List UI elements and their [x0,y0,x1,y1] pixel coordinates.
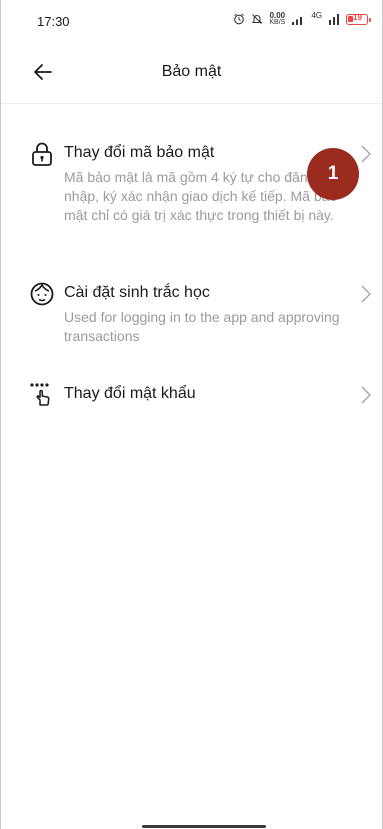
network-type: 4G [311,11,322,20]
item-title: Thay đổi mã bảo mật [64,144,215,161]
lock-icon [32,142,52,166]
biometric-settings-item[interactable]: Cài đặt sinh trắc học Used for logging i… [29,281,379,351]
face-icon [30,282,54,306]
chevron-right-icon [361,145,371,163]
battery-level: 19 [353,12,362,22]
signal-icon-2 [329,13,339,25]
password-touch-icon [30,383,50,406]
network-speed: 0.00 KB/S [269,11,286,27]
battery-icon: 19 [346,12,371,25]
item-description: Used for logging in to the app and appro… [64,309,340,344]
page-title: Bảo mật [161,63,222,80]
status-time: 17:30 [37,14,70,29]
status-bar: 17:30 0.00 KB/S 4G 19 [1,0,382,40]
change-password-item[interactable]: Thay đổi mật khẩu [29,382,379,412]
item-description: Mã bảo mật là mã gồm 4 ký tự cho đăng nh… [64,169,338,223]
phone-frame: 17:30 0.00 KB/S 4G 19 Bảo mật Thay đổi m… [0,0,383,829]
alarm-icon [234,13,245,25]
home-indicator[interactable] [142,825,266,828]
mute-bell-icon [252,14,263,24]
app-header: Bảo mật [1,48,382,98]
annotation-badge: 1 [307,148,359,200]
chevron-right-icon [361,386,371,404]
speed-unit: KB/S [269,19,286,26]
chevron-right-icon [361,285,371,303]
status-icons: 0.00 KB/S 4G 19 [233,11,371,27]
item-title: Cài đặt sinh trắc học [64,284,210,301]
speed-value: 0.00 [269,11,286,20]
signal-icon [292,16,303,25]
item-title: Thay đổi mật khẩu [64,385,196,402]
header-divider [1,103,382,104]
